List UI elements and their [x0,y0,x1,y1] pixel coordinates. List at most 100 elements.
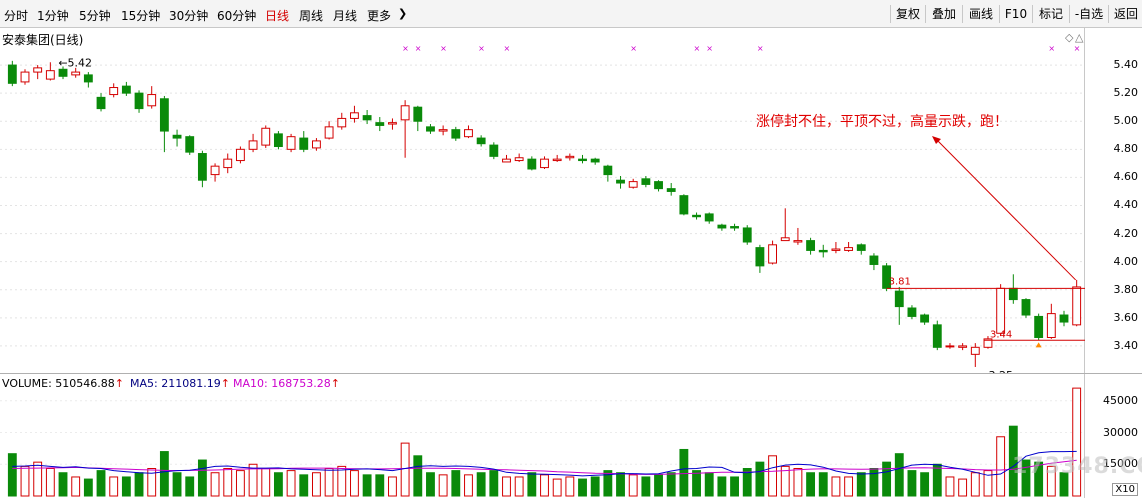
candle[interactable] [375,117,385,132]
volume-bar[interactable] [312,472,321,497]
candle[interactable] [1008,274,1018,304]
volume-bar[interactable] [628,474,638,497]
candle[interactable] [540,156,549,169]
candlestick-chart[interactable]: ×××××××××××3.813.44←5.42←3.25 [0,44,1085,374]
candle[interactable] [907,305,917,320]
overlay-button[interactable]: 叠加 [925,5,962,23]
volume-bar[interactable] [83,478,93,497]
candle[interactable] [489,142,499,160]
volume-bar[interactable] [210,472,220,497]
tab-weekly[interactable]: 周线 [299,7,323,24]
candle[interactable] [818,244,828,258]
volume-bar[interactable] [768,455,777,497]
candle[interactable] [616,176,625,189]
volume-bar[interactable] [286,470,296,497]
volume-bar[interactable] [438,474,448,497]
volume-bar[interactable] [666,472,676,497]
add-watchlist-button[interactable]: -自选 [1069,5,1108,23]
triangle-up-icon[interactable]: △ [1075,31,1083,44]
candle[interactable] [565,153,575,161]
ex-rights-marker[interactable]: × [694,44,701,53]
volume-bar[interactable] [641,476,651,497]
volume-bar[interactable] [527,472,537,497]
candle[interactable] [235,146,245,164]
candle[interactable] [1021,298,1031,318]
volume-bar[interactable] [578,478,587,497]
candle[interactable] [426,124,435,134]
volume-bar[interactable] [679,448,689,497]
candle[interactable] [223,153,233,174]
candle[interactable] [514,153,524,162]
volume-bar[interactable] [945,476,955,497]
volume-bar[interactable] [45,468,55,497]
volume-bar[interactable] [730,476,739,497]
candle[interactable] [159,95,169,153]
candle[interactable] [337,112,347,130]
candle[interactable] [654,180,663,192]
draw-line-button[interactable]: 画线 [962,5,999,23]
candle[interactable] [590,157,600,165]
volume-bar[interactable] [894,453,904,497]
candle[interactable] [121,81,131,96]
volume-bar[interactable] [970,472,980,497]
volume-bar[interactable] [109,476,119,497]
candle[interactable] [692,212,701,220]
candle[interactable] [312,138,321,151]
candle[interactable] [438,125,448,136]
candle[interactable] [362,110,372,125]
candle[interactable] [464,125,473,139]
tab-30min[interactable]: 30分钟 [169,7,208,24]
volume-bar[interactable] [882,461,892,497]
candle[interactable] [552,154,562,162]
candle[interactable] [730,223,739,231]
candle[interactable] [666,183,676,196]
volume-bar[interactable] [299,474,309,497]
candle[interactable] [20,69,30,85]
candle[interactable] [502,154,511,163]
volume-bar[interactable] [717,476,727,497]
volume-bar[interactable] [20,465,30,497]
candle[interactable] [286,133,296,153]
candle[interactable] [996,284,1006,337]
volume-bar[interactable] [907,470,917,497]
ex-rights-marker[interactable]: × [440,44,447,53]
volume-bar[interactable] [590,476,600,497]
volume-bar[interactable] [388,476,397,497]
warning-triangle-icon[interactable] [1035,342,1042,348]
candle[interactable] [793,227,803,245]
volume-bar[interactable] [159,451,169,497]
candle[interactable] [45,62,55,81]
volume-bar[interactable] [1072,387,1082,497]
candle[interactable] [197,150,207,188]
chevron-right-icon[interactable]: ❯ [398,7,407,20]
ex-rights-marker[interactable]: × [503,44,510,53]
candle[interactable] [400,100,410,158]
volume-bar[interactable] [818,472,828,497]
volume-bar[interactable] [616,472,625,497]
candle[interactable] [388,118,397,130]
volume-bar[interactable] [692,470,701,497]
candle[interactable] [1046,303,1056,339]
candle[interactable] [831,242,841,254]
ex-rights-marker[interactable]: × [706,44,713,53]
volume-bar[interactable] [932,463,942,497]
candle[interactable] [476,135,486,147]
candle[interactable] [83,72,93,88]
volume-bar[interactable] [856,472,866,497]
volume-bar[interactable] [755,461,765,497]
volume-bar[interactable] [704,472,714,497]
volume-bar[interactable] [362,474,372,497]
candle[interactable] [970,343,980,367]
volume-bar[interactable] [464,474,473,497]
volume-bar[interactable] [869,468,879,497]
ex-rights-marker[interactable]: × [1048,44,1055,53]
restore-rights-button[interactable]: 复权 [890,5,925,23]
volume-bar[interactable] [185,476,195,497]
f10-button[interactable]: F10 [999,5,1032,23]
volume-bar[interactable] [350,470,359,497]
candle[interactable] [641,176,651,188]
candle[interactable] [894,286,904,325]
ex-rights-marker[interactable]: × [402,44,409,53]
volume-bar[interactable] [806,472,816,497]
volume-bar[interactable] [96,470,106,497]
